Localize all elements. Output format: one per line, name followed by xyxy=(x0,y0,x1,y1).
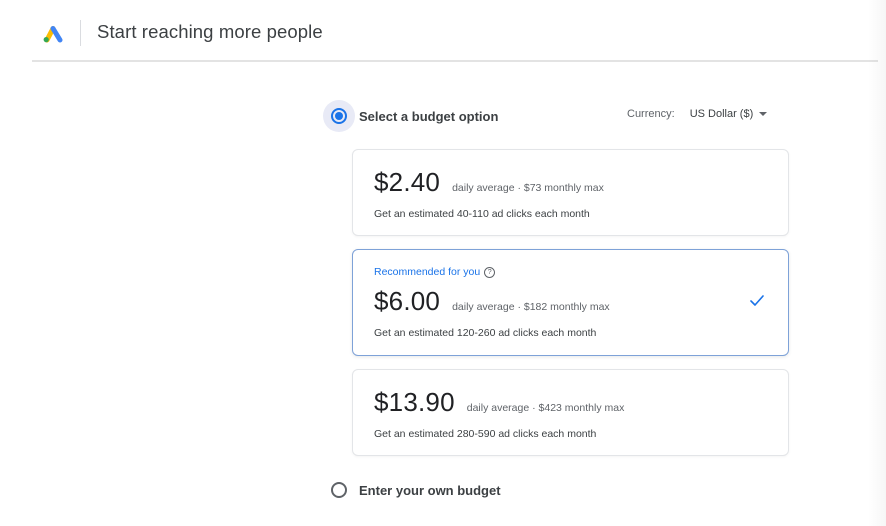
price-line: $13.90 daily average · $423 monthly max xyxy=(374,387,624,418)
header: Start reaching more people xyxy=(0,0,886,62)
price-line: $6.00 daily average · $182 monthly max xyxy=(374,286,610,317)
budget-card-1[interactable]: $2.40 daily average · $73 monthly max Ge… xyxy=(352,149,789,236)
right-edge-shade xyxy=(868,0,886,526)
own-budget-label: Enter your own budget xyxy=(359,482,501,498)
price-meta: daily average · $182 monthly max xyxy=(452,301,610,313)
radio-selected-icon[interactable] xyxy=(323,100,355,132)
header-separator xyxy=(32,60,878,62)
header-divider xyxy=(80,20,81,46)
daily-price: $6.00 xyxy=(374,286,441,316)
help-icon[interactable]: ? xyxy=(484,266,496,278)
price-line: $2.40 daily average · $73 monthly max xyxy=(374,167,604,198)
budget-card-3[interactable]: $13.90 daily average · $423 monthly max … xyxy=(352,369,789,456)
daily-price: $13.90 xyxy=(374,387,455,417)
page-title: Start reaching more people xyxy=(97,21,323,42)
budget-option-radio-row[interactable]: Select a budget option xyxy=(323,100,498,132)
price-meta: daily average · $73 monthly max xyxy=(452,182,604,194)
radio-unselected-icon[interactable] xyxy=(331,482,347,498)
google-ads-logo-icon xyxy=(43,26,63,43)
estimated-clicks: Get an estimated 120-260 ad clicks each … xyxy=(374,327,597,339)
daily-price: $2.40 xyxy=(374,167,441,197)
currency-label: Currency: xyxy=(627,108,675,120)
dropdown-caret-icon xyxy=(759,112,768,116)
budget-option-label: Select a budget option xyxy=(359,108,499,124)
price-meta: daily average · $423 monthly max xyxy=(466,402,625,414)
checkmark-icon xyxy=(750,295,764,306)
currency-dropdown[interactable]: US Dollar ($) xyxy=(690,108,768,120)
recommended-badge: Recommended for you ? xyxy=(374,266,496,278)
recommended-label: Recommended for you xyxy=(374,266,481,278)
currency-selector: Currency: US Dollar ($) xyxy=(627,108,768,120)
estimated-clicks: Get an estimated 280-590 ad clicks each … xyxy=(374,428,597,440)
own-budget-radio-row[interactable]: Enter your own budget xyxy=(331,482,501,498)
currency-value: US Dollar ($) xyxy=(689,108,754,120)
estimated-clicks: Get an estimated 40-110 ad clicks each m… xyxy=(374,208,590,220)
budget-card-2[interactable]: Recommended for you ? $6.00 daily averag… xyxy=(352,249,789,356)
